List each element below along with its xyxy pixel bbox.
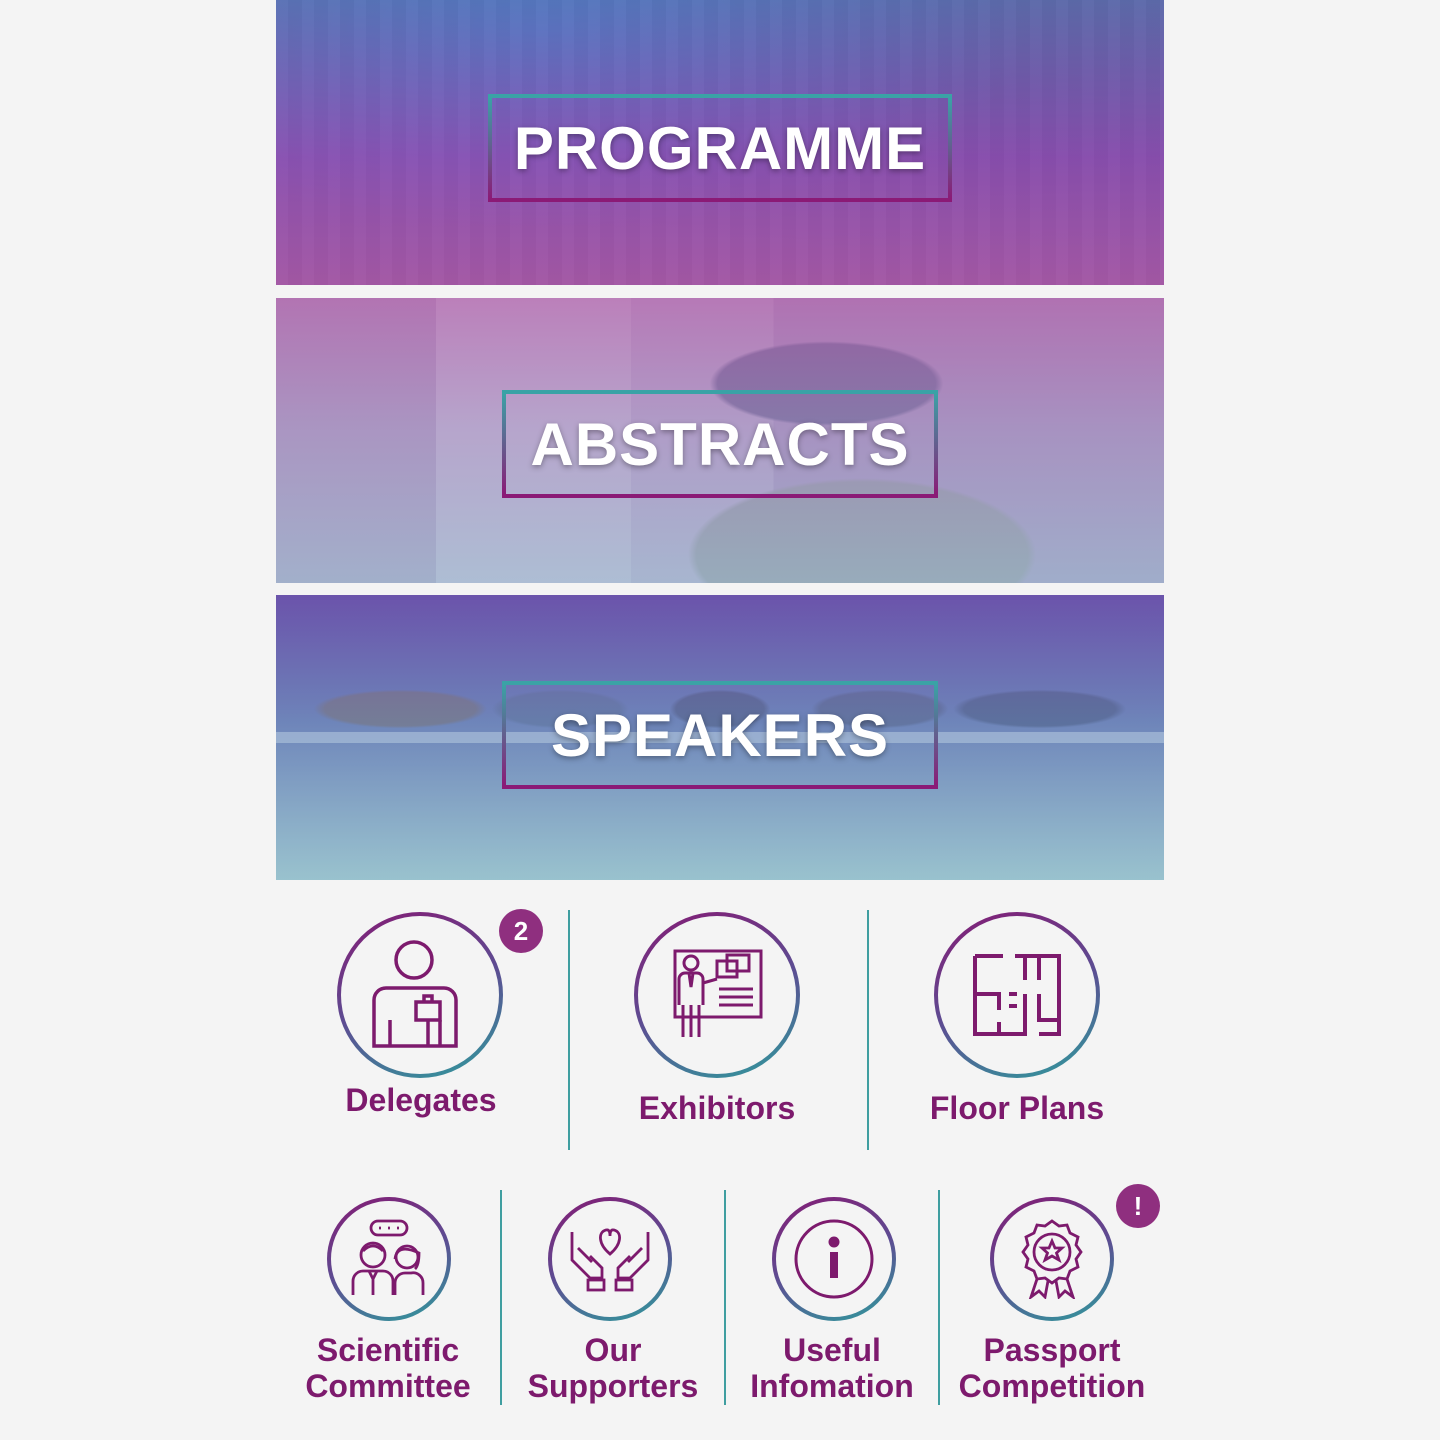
useful-information-tile[interactable]: Useful Infomation <box>726 1190 938 1405</box>
divider <box>867 910 869 1150</box>
speakers-label: SPEAKERS <box>550 701 890 769</box>
info-icon <box>794 1219 874 1299</box>
speakers-banner[interactable]: SPEAKERS <box>276 595 1164 880</box>
floor-plans-tile[interactable]: Floor Plans <box>870 900 1164 1150</box>
speakers-frame: SPEAKERS <box>502 681 938 789</box>
award-rosette-icon <box>1021 1219 1083 1299</box>
programme-frame: PROGRAMME <box>488 94 952 202</box>
abstracts-frame: ABSTRACTS <box>502 390 938 498</box>
scientific-committee-tile[interactable]: Scientific Committee <box>276 1190 500 1405</box>
presenter-board-icon <box>673 949 763 1037</box>
abstracts-label: ABSTRACTS <box>530 410 910 478</box>
our-supporters-tile[interactable]: Our Supporters <box>502 1190 724 1405</box>
floor-plans-label: Floor Plans <box>929 1090 1105 1126</box>
home-screen: PROGRAMME ABSTRACTS SPEAKERS 2 Delegates… <box>276 0 1164 1440</box>
person-badge-icon <box>372 940 458 1048</box>
useful-information-label: Useful Infomation <box>750 1332 914 1404</box>
exhibitors-label: Exhibitors <box>638 1090 796 1126</box>
delegates-label: Delegates <box>345 1082 497 1118</box>
our-supporters-label: Our Supporters <box>527 1332 699 1404</box>
passport-alert-badge: ! <box>1116 1184 1160 1228</box>
scientific-committee-label: Scientific Committee <box>305 1332 471 1404</box>
people-chat-icon <box>351 1219 425 1295</box>
floor-plan-icon <box>973 954 1061 1036</box>
programme-label: PROGRAMME <box>513 114 927 182</box>
passport-competition-tile[interactable]: ! Passport Competition <box>940 1184 1164 1405</box>
exhibitors-tile[interactable]: Exhibitors <box>570 900 864 1150</box>
hands-heart-icon <box>570 1228 650 1292</box>
passport-competition-label: Passport Competition <box>958 1332 1146 1404</box>
programme-banner[interactable]: PROGRAMME <box>276 0 1164 285</box>
delegates-badge: 2 <box>499 909 543 953</box>
abstracts-banner[interactable]: ABSTRACTS <box>276 298 1164 583</box>
delegates-tile[interactable]: 2 Delegates <box>276 900 566 1150</box>
